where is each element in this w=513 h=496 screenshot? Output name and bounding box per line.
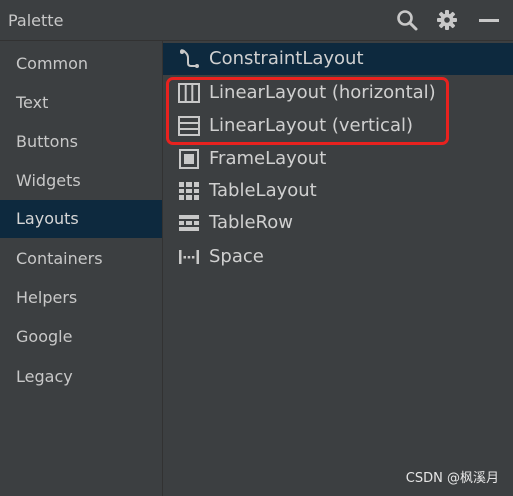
category-buttons[interactable]: Buttons	[0, 123, 162, 161]
constraint-layout-icon	[178, 49, 200, 69]
category-helpers[interactable]: Helpers	[0, 279, 162, 317]
category-sidebar: Common Text Buttons Widgets Layouts Cont…	[0, 41, 163, 496]
item-label: ConstraintLayout	[209, 48, 364, 69]
frame-layout-icon	[178, 149, 200, 169]
highlight-box	[166, 77, 449, 145]
watermark: CSDN @枫溪月	[405, 471, 499, 486]
palette-title: Palette	[8, 11, 64, 30]
minimize-icon[interactable]	[477, 8, 501, 32]
category-common[interactable]: Common	[0, 45, 162, 83]
item-frame-layout[interactable]: FrameLayout	[163, 143, 513, 175]
space-icon	[178, 247, 200, 267]
search-icon[interactable]	[395, 8, 419, 32]
category-text[interactable]: Text	[0, 84, 162, 122]
item-label: FrameLayout	[209, 148, 327, 169]
item-constraint-layout[interactable]: ConstraintLayout	[163, 43, 513, 75]
category-widgets[interactable]: Widgets	[0, 162, 162, 200]
item-label: TableLayout	[209, 180, 317, 201]
item-table-layout[interactable]: TableLayout	[163, 175, 513, 207]
table-row-icon	[178, 213, 200, 233]
category-layouts[interactable]: Layouts	[0, 200, 162, 238]
item-table-row[interactable]: TableRow	[163, 207, 513, 239]
item-label: TableRow	[209, 212, 293, 233]
palette-header: Palette	[0, 0, 513, 41]
palette-window: Palette Common Text Buttons Widgets Layo…	[0, 0, 513, 496]
item-space[interactable]: Space	[163, 241, 513, 273]
category-legacy[interactable]: Legacy	[0, 358, 162, 396]
gear-icon[interactable]	[435, 8, 459, 32]
category-google[interactable]: Google	[0, 318, 162, 356]
item-label: Space	[209, 246, 264, 267]
table-layout-icon	[178, 181, 200, 201]
category-containers[interactable]: Containers	[0, 240, 162, 278]
